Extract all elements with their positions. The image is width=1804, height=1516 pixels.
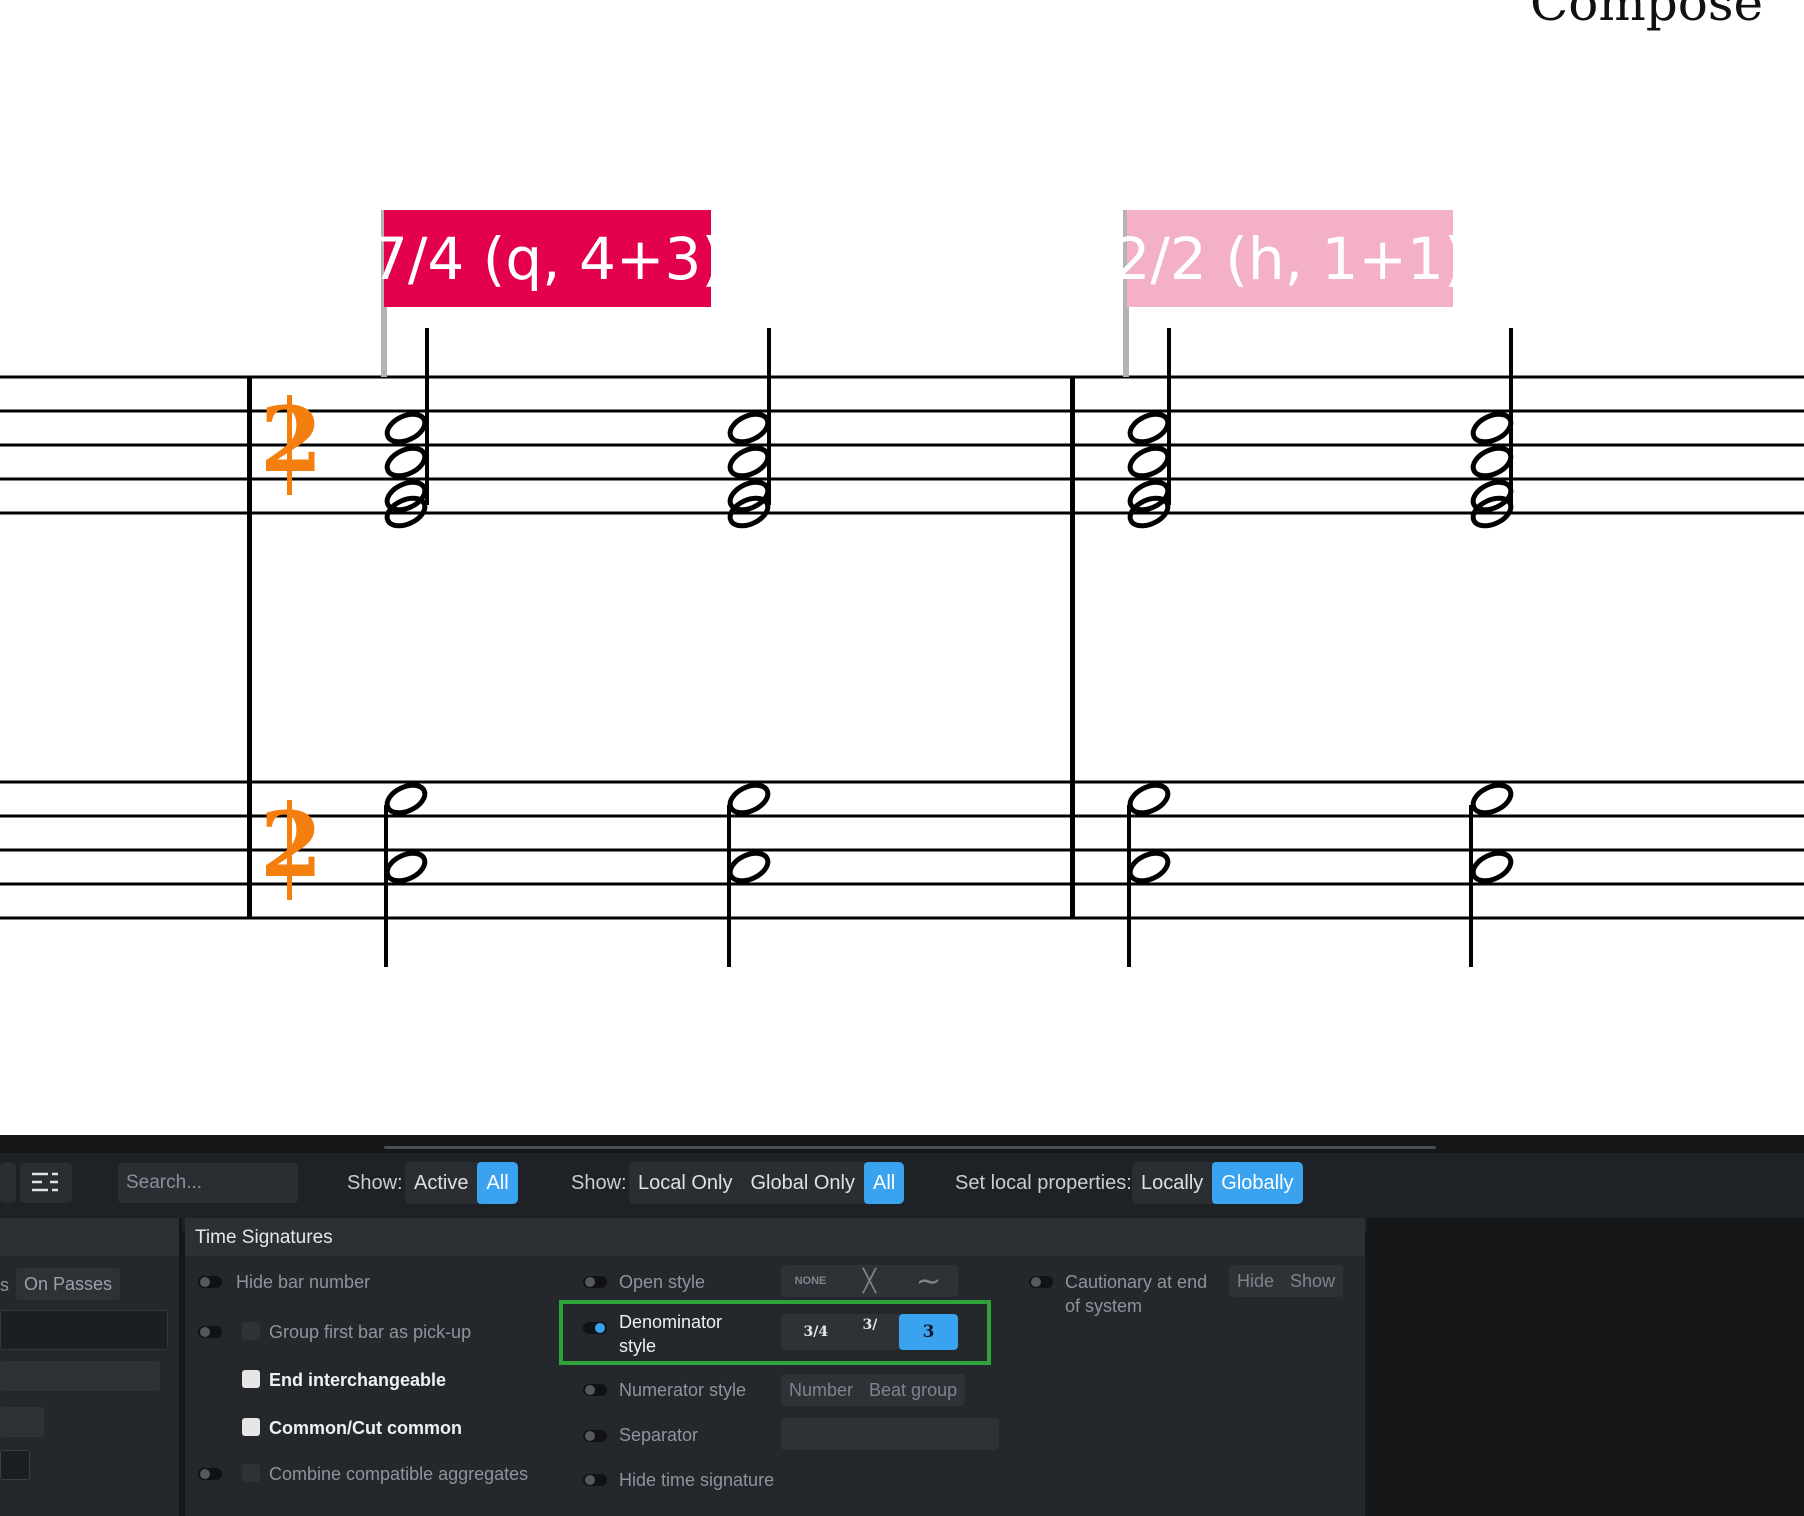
end-interchangeable-label: End interchangeable — [269, 1370, 447, 1390]
separator-toggle[interactable] — [583, 1430, 607, 1442]
open-style-x-option[interactable]: ╳ — [840, 1265, 899, 1297]
show-global-only-option[interactable]: Global Only — [742, 1162, 865, 1204]
numerator-beat-group-option[interactable]: Beat group — [861, 1374, 965, 1406]
panel-resize-handle[interactable] — [384, 1146, 1436, 1149]
show-label: Show: — [571, 1172, 627, 1194]
numerator-style-toggle[interactable] — [583, 1384, 607, 1396]
set-local-properties-toggle[interactable]: Locally Globally — [1132, 1162, 1303, 1204]
empty-panel-area — [1367, 1218, 1804, 1516]
open-style-none-option[interactable]: NONE — [781, 1265, 840, 1297]
cut-off-label: s — [0, 1275, 9, 1295]
left-group-header — [0, 1218, 182, 1256]
group-first-bar-toggle[interactable] — [198, 1326, 222, 1338]
lower-chord — [1127, 782, 1171, 967]
end-interchangeable-checkbox[interactable] — [242, 1370, 260, 1388]
left-field[interactable] — [0, 1361, 160, 1391]
left-property-group: s On Passes — [0, 1218, 182, 1516]
show-active-option[interactable]: Active — [405, 1162, 477, 1204]
common-cut-common-label: Common/Cut common — [269, 1418, 462, 1438]
filter-list-icon — [32, 1172, 58, 1192]
time-signature-signpost-2-2[interactable]: 2/2 (h, 1+1) — [1113, 210, 1467, 307]
denominator-number-option[interactable]: 3 — [899, 1314, 958, 1350]
show-scope-toggle[interactable]: Local Only Global Only All — [629, 1162, 905, 1204]
time-signature-numeral: 2 — [260, 387, 323, 493]
column-separator — [179, 1218, 182, 1516]
cautionary-show-option[interactable]: Show — [1282, 1265, 1343, 1297]
denominator-style-options[interactable]: 3/4 3/note 3 — [781, 1314, 958, 1350]
time-signature-numeral: 2 — [260, 792, 323, 898]
toolbar-icon-button[interactable] — [0, 1163, 16, 1203]
show-all-option[interactable]: All — [477, 1162, 518, 1204]
combine-aggregates-checkbox[interactable] — [242, 1464, 260, 1482]
combine-aggregates-label: Combine compatible aggregates — [269, 1464, 529, 1484]
common-cut-common-checkbox[interactable] — [242, 1418, 260, 1436]
left-field[interactable] — [0, 1407, 44, 1437]
group-first-bar-label: Group first bar as pick-up — [269, 1322, 472, 1342]
upper-chord — [727, 328, 771, 529]
show-label: Show: — [347, 1172, 403, 1194]
show-all-scope-option[interactable]: All — [864, 1162, 905, 1204]
denominator-note-option[interactable]: 3/note — [840, 1314, 899, 1350]
open-style-options[interactable]: NONE ╳ ∼ — [781, 1265, 958, 1297]
cautionary-toggle[interactable] — [1029, 1276, 1053, 1288]
barline — [247, 377, 252, 918]
separator-input[interactable] — [781, 1418, 999, 1450]
open-style-curve-option[interactable]: ∼ — [899, 1265, 958, 1297]
on-passes-option[interactable]: On Passes — [16, 1268, 121, 1300]
hide-time-signature-toggle[interactable] — [583, 1474, 607, 1486]
numerator-style-label: Numerator style — [619, 1380, 747, 1400]
denominator-note-glyph: 3/note — [862, 1318, 877, 1333]
show-active-all-toggle[interactable]: Active All — [405, 1162, 518, 1204]
numerator-style-options[interactable]: Number Beat group — [781, 1374, 966, 1406]
lower-chord — [1469, 782, 1514, 967]
denominator-style-toggle[interactable] — [583, 1322, 607, 1334]
hide-bar-number-toggle[interactable] — [198, 1276, 222, 1288]
upper-chord — [1470, 328, 1514, 529]
properties-panel: Show: Active All Show: Local Only Global… — [0, 1135, 1804, 1516]
group-title: Time Signatures — [195, 1227, 333, 1248]
cautionary-hide-option[interactable]: Hide — [1229, 1265, 1282, 1297]
on-passes-label[interactable]: On Passes — [16, 1268, 120, 1300]
set-local-properties-label: Set local properties: — [955, 1172, 1132, 1194]
denominator-fraction-option[interactable]: 3/4 — [781, 1314, 840, 1350]
separator-label: Separator — [619, 1425, 699, 1445]
filter-list-icon-button[interactable] — [20, 1163, 72, 1203]
left-field[interactable] — [0, 1450, 30, 1480]
locally-option[interactable]: Locally — [1132, 1162, 1212, 1204]
score-view[interactable]: Compose 7/4 (q, 4+3) 2/2 (h, 1+1) 2 2 — [0, 0, 1804, 1135]
lower-chord — [384, 782, 428, 967]
cautionary-label-line1: Cautionary at end — [1065, 1272, 1208, 1292]
upper-chord — [1127, 328, 1171, 529]
hide-time-signature-label: Hide time signature — [619, 1470, 775, 1490]
show-local-only-option[interactable]: Local Only — [629, 1162, 742, 1204]
open-style-label: Open style — [619, 1272, 706, 1292]
properties-search-input[interactable] — [118, 1163, 298, 1203]
time-signatures-header: Time Signatures — [185, 1218, 1365, 1256]
upper-chord — [384, 328, 429, 529]
time-signatures-group: Time Signatures Hide bar number Group fi… — [185, 1218, 1365, 1516]
hide-bar-number-label: Hide bar number — [236, 1272, 371, 1292]
music-staff-system[interactable] — [0, 0, 1804, 1135]
group-first-bar-checkbox[interactable] — [242, 1322, 260, 1340]
open-style-toggle[interactable] — [583, 1276, 607, 1288]
denominator-style-label: Denominator style — [619, 1312, 723, 1356]
cautionary-label-line2: of system — [1065, 1296, 1143, 1316]
globally-option[interactable]: Globally — [1212, 1162, 1303, 1204]
time-signature-signpost-7-4[interactable]: 7/4 (q, 4+3) — [371, 210, 724, 307]
left-field[interactable] — [0, 1310, 168, 1350]
time-signature-upper[interactable]: 2 — [260, 387, 323, 495]
cautionary-options[interactable]: Hide Show — [1229, 1265, 1344, 1297]
combine-aggregates-toggle[interactable] — [198, 1468, 222, 1480]
barline — [1070, 377, 1075, 918]
denominator-fraction-glyph: 3/4 — [803, 1324, 829, 1340]
lower-chord — [727, 782, 771, 967]
numerator-number-option[interactable]: Number — [781, 1374, 861, 1406]
time-signature-lower[interactable]: 2 — [260, 792, 323, 900]
